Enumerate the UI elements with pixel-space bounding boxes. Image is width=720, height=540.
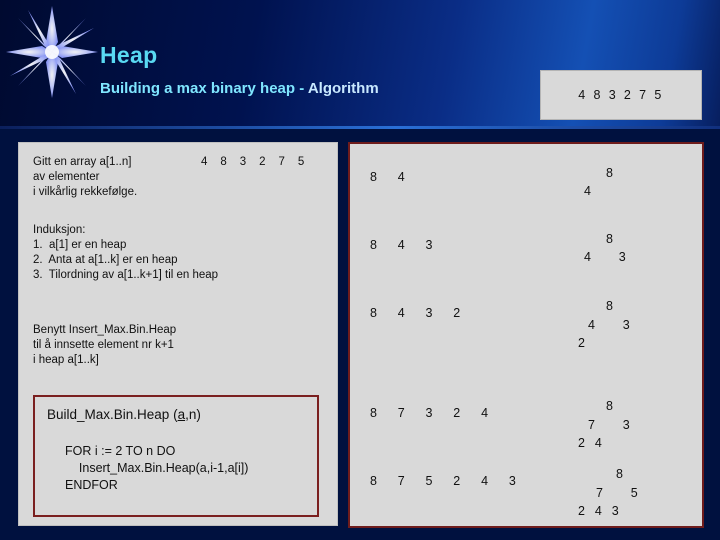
input-array-values: 4 8 3 2 7 5: [578, 88, 664, 102]
subtitle-main-text: Building a max binary heap: [100, 80, 296, 97]
subtitle-dash: -: [299, 80, 305, 97]
trace-tree-4-row-2: 7 3: [588, 418, 631, 432]
inline-array-values: 4 8 3 2 7 5: [201, 156, 307, 168]
trace-tree-5-row-1: 8: [616, 467, 623, 481]
left-content-panel: Gitt en array a[1..n] av elementer i vil…: [18, 142, 338, 526]
trace-tree-2-row-1: 8: [606, 232, 613, 246]
right-trace-panel: 8 4 8 4 8 4 3 8 4 3 8 4 3 2 8 4 3 2 8 7 …: [348, 142, 704, 528]
build-algorithm-code: FOR i := 2 TO n DO Insert_Max.Bin.Heap(a…: [65, 444, 249, 492]
problem-statement-text: Gitt en array a[1..n] av elementer i vil…: [33, 156, 138, 198]
build-title-param: a: [177, 407, 186, 422]
slide: Heap Building a max binary heap - Algori…: [0, 0, 720, 540]
trace-sequence-3: 8 4 3 2: [370, 306, 463, 320]
trace-tree-5-row-3: 2 4 3: [578, 504, 620, 518]
trace-tree-2-row-2: 4 3: [584, 250, 627, 264]
trace-tree-5-row-2: 7 5: [596, 486, 639, 500]
build-algorithm-title: Build_Max.Bin.Heap (a,n): [47, 407, 201, 422]
insert-note-text: Benytt Insert_Max.Bin.Heap til å innsett…: [33, 324, 177, 366]
page-title: Heap: [100, 42, 158, 68]
induction-steps-text: Induksjon: 1. a[1] er en heap 2. Anta at…: [33, 224, 219, 281]
trace-sequence-2: 8 4 3: [370, 238, 436, 252]
starburst-icon: [6, 6, 98, 98]
trace-tree-3-row-1: 8: [606, 299, 613, 313]
trace-tree-1-row-2: 4: [584, 184, 591, 198]
trace-tree-4-row-1: 8: [606, 399, 613, 413]
build-title-prefix: Build_Max.Bin.Heap (: [47, 407, 178, 422]
trace-tree-3-row-2: 4 3: [588, 318, 631, 332]
page-subtitle: Building a max binary heap - Algorithm: [100, 80, 379, 97]
trace-tree-4-row-3: 2 4: [578, 436, 603, 450]
trace-sequence-1: 8 4: [370, 170, 408, 184]
trace-tree-1-row-1: 8: [606, 166, 613, 180]
build-title-suffix: ,n): [185, 407, 201, 422]
trace-sequence-4: 8 7 3 2 4: [370, 406, 491, 420]
input-array-box: 4 8 3 2 7 5: [540, 70, 702, 120]
build-algorithm-box: Build_Max.Bin.Heap (a,n) FOR i := 2 TO n…: [33, 395, 319, 517]
subtitle-algorithm-text: Algorithm: [307, 80, 379, 97]
trace-tree-3-row-3: 2: [578, 336, 585, 350]
trace-sequence-5: 8 7 5 2 4 3: [370, 474, 519, 488]
